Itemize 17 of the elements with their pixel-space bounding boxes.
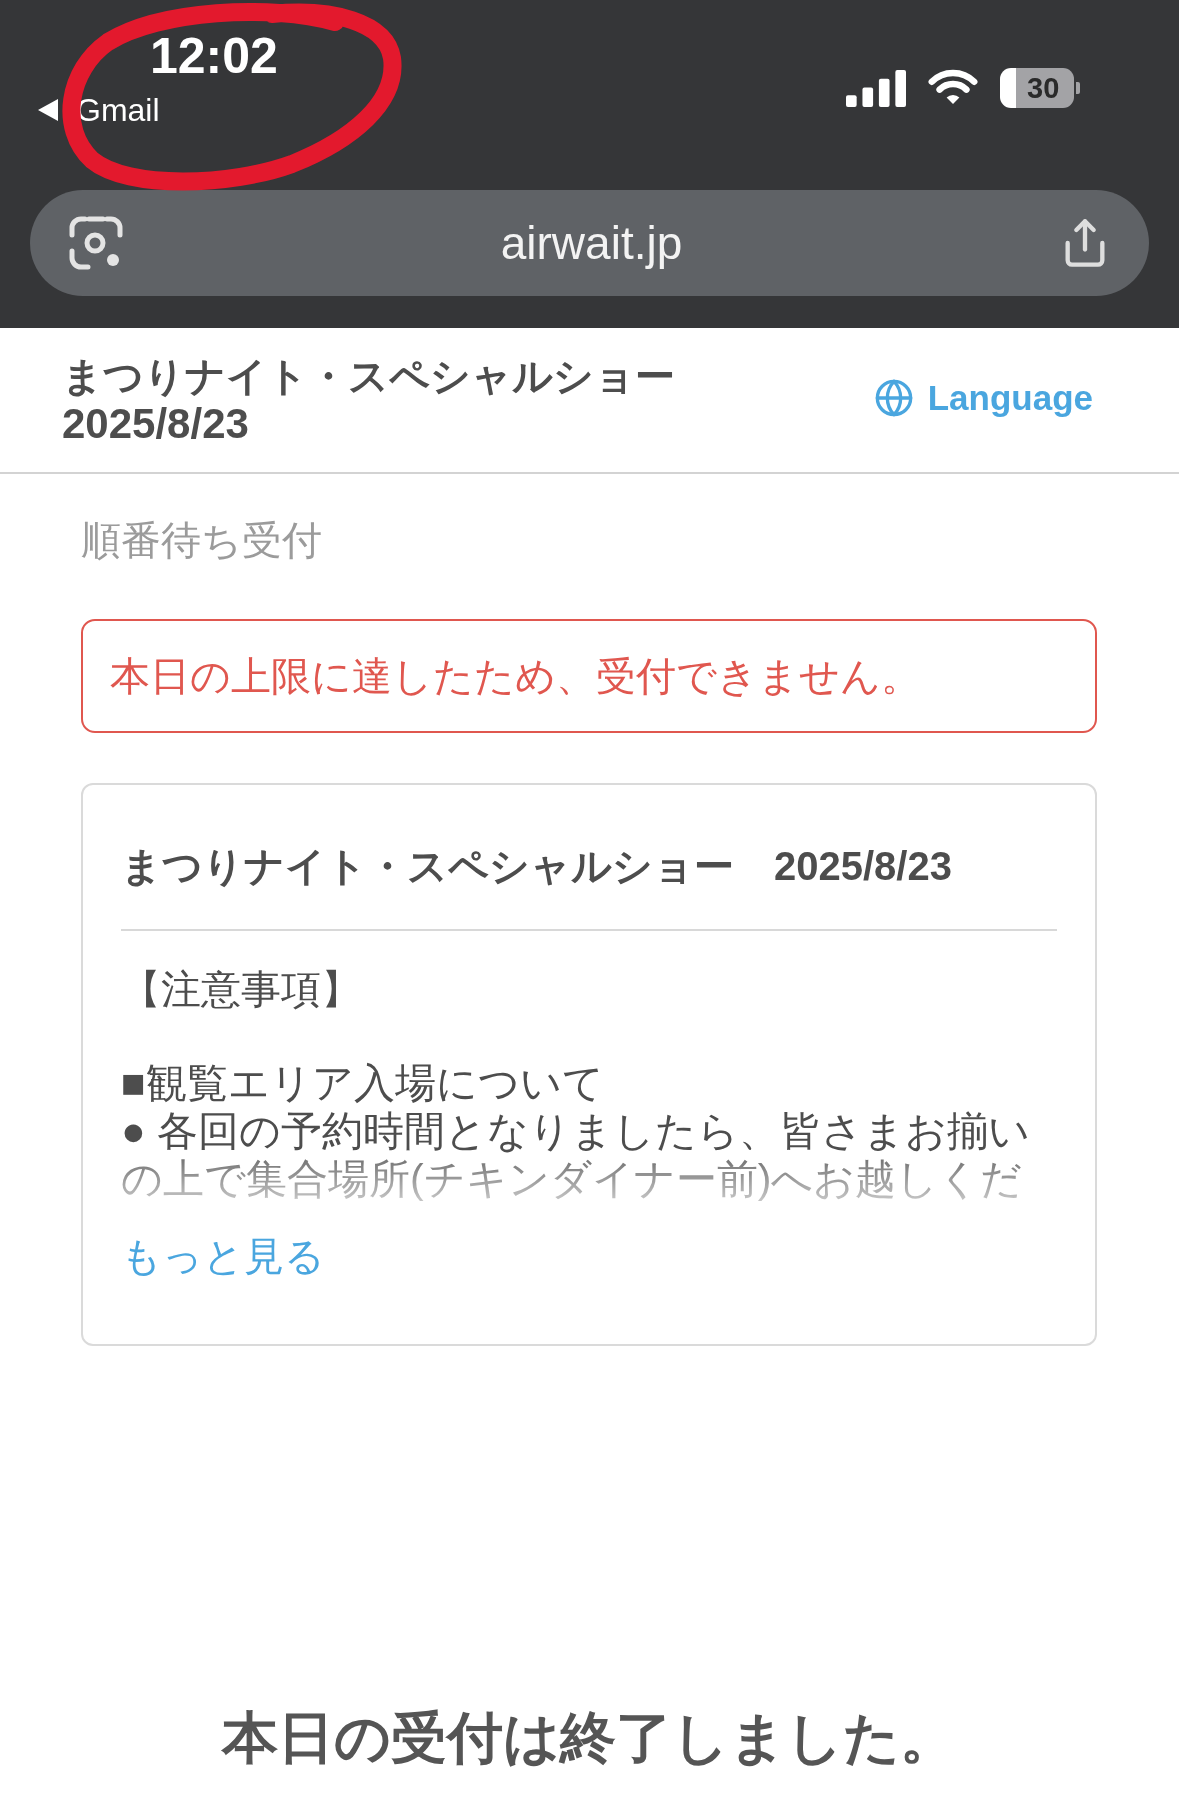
signal-icon xyxy=(846,69,906,107)
back-arrow-icon xyxy=(38,99,58,121)
event-title: まつりナイト・スペシャルショー xyxy=(62,353,675,400)
event-date: 2025/8/23 xyxy=(62,400,250,448)
notice-text: ■観覧エリア入場について xyxy=(121,1059,605,1107)
notice-heading: 【注意事項】 xyxy=(121,966,362,1013)
section-label: 順番待ち受付 xyxy=(81,517,323,564)
card-title: まつりナイト・スペシャルショー 2025/8/23 xyxy=(121,843,953,890)
back-to-app-link[interactable]: Gmail xyxy=(38,92,160,128)
battery-percentage: 30 xyxy=(1000,68,1074,108)
status-time: 12:02 xyxy=(150,27,278,86)
error-message: 本日の上限に達したため、受付できません。 xyxy=(81,619,1097,733)
closed-message: 本日の受付は終了しました。 xyxy=(222,1705,956,1771)
url-display[interactable]: airwait.jp xyxy=(500,215,683,271)
camera-scan-icon[interactable] xyxy=(68,215,124,271)
notice-text: ● 各回の予約時間となりましたら、皆さまお揃いの上で集合場所(チキンダイナー前)へお越しくだ xyxy=(121,1107,1032,1203)
globe-icon xyxy=(873,378,914,418)
